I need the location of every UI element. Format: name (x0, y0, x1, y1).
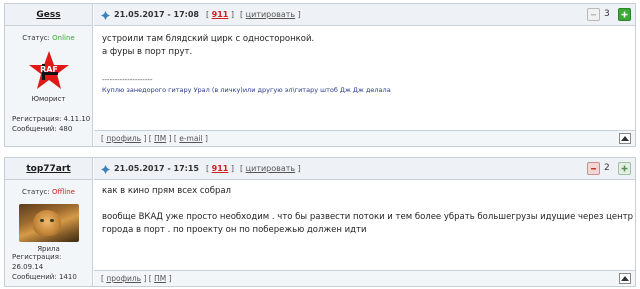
post-number-link[interactable]: 911 (212, 10, 229, 19)
arrow-up-icon (621, 136, 629, 141)
arrow-up-icon (621, 276, 629, 281)
post-rating: 2 (587, 161, 631, 177)
post-line: вообще ВКАД уже просто необходим . что б… (102, 212, 634, 222)
post-number-group: [ 911 ] (206, 10, 235, 19)
user-status: Статус: Offline (5, 188, 92, 196)
post-line: как в кино прям всех собрал (102, 186, 231, 196)
raf-star-icon: RAF (28, 51, 69, 89)
user-meta: Регистрация: 4.11.10 Сообщений: 480 (12, 114, 90, 134)
quote-group: [ цитировать ] (240, 164, 301, 173)
status-value: Online (52, 34, 75, 42)
post-line: города в порт . по проекту он по побереж… (102, 225, 367, 235)
post-link-icon[interactable] (101, 11, 110, 20)
status-label: Статус: (22, 34, 50, 42)
pm-link[interactable]: ПМ (154, 134, 166, 143)
post-datetime: 21.05.2017 - 17:08 (114, 10, 199, 19)
post-body: устроили там блядский цирк с односторонк… (102, 33, 314, 59)
post-line: а фуры в порт прут. (102, 47, 193, 57)
avatar (18, 204, 79, 242)
msgs-row: Сообщений: 1410 (12, 273, 77, 281)
quote-link[interactable]: цитировать (246, 164, 295, 173)
post-link-icon[interactable] (101, 165, 110, 174)
cat-image (32, 210, 61, 236)
user-panel: Gess Статус: Online RAF Юморист Регистра… (5, 4, 93, 146)
post-footer: [ профиль ] [ ПМ ] (94, 270, 635, 286)
avatar: RAF (28, 50, 70, 92)
user-panel-header: top77art (5, 158, 92, 180)
post-content: 21.05.2017 - 17:08 [ 911 ] [ цитировать … (94, 4, 635, 146)
quote-link[interactable]: цитировать (246, 10, 295, 19)
user-panel: top77art Статус: Offline Ярила Регистрац… (5, 158, 93, 286)
reg-row: Регистрация: 26.09.14 (12, 253, 62, 271)
signature-separator: -------------------- (102, 76, 153, 84)
thumb-up-icon (621, 165, 628, 172)
post-header: 21.05.2017 - 17:15 [ 911 ] [ цитировать … (94, 158, 635, 180)
footer-links: [ профиль ] [ ПМ ] [ e-mail ] (101, 134, 208, 143)
signature: Куплю занедорого гитару Урал (в личку)ил… (102, 86, 391, 94)
thumb-up-icon (621, 11, 628, 18)
thumb-down-icon (591, 168, 596, 170)
rate-plus-button[interactable] (618, 8, 631, 21)
username-link[interactable]: top77art (26, 164, 70, 174)
status-value: Offline (51, 188, 75, 196)
profile-link[interactable]: профиль (106, 274, 141, 283)
post-rating: 3 (587, 7, 631, 23)
forum-post: top77art Статус: Offline Ярила Регистрац… (4, 157, 636, 287)
profile-link[interactable]: профиль (106, 134, 141, 143)
scroll-top-button[interactable] (619, 273, 631, 284)
forum-post: Gess Статус: Online RAF Юморист Регистра… (4, 3, 636, 147)
post-body: как в кино прям всех собрал вообще ВКАД … (102, 185, 633, 237)
post-number-link[interactable]: 911 (212, 164, 229, 173)
post-datetime: 21.05.2017 - 17:15 (114, 164, 199, 173)
username-link[interactable]: Gess (36, 10, 60, 20)
rating-value: 3 (604, 9, 610, 19)
status-label: Статус: (22, 188, 50, 196)
reg-row: Регистрация: 4.11.10 (12, 115, 91, 123)
post-header: 21.05.2017 - 17:08 [ 911 ] [ цитировать … (94, 4, 635, 26)
post-content: 21.05.2017 - 17:15 [ 911 ] [ цитировать … (94, 158, 635, 286)
user-panel-header: Gess (5, 4, 92, 26)
rate-plus-button[interactable] (618, 162, 631, 175)
post-number-group: [ 911 ] (206, 164, 235, 173)
rating-value: 2 (604, 163, 610, 173)
msgs-row: Сообщений: 480 (12, 125, 73, 133)
post-footer: [ профиль ] [ ПМ ] [ e-mail ] (94, 130, 635, 146)
quote-group: [ цитировать ] (240, 10, 301, 19)
rate-minus-button[interactable] (587, 8, 600, 21)
email-link[interactable]: e-mail (179, 134, 202, 143)
thumb-down-icon (591, 14, 596, 16)
footer-links: [ профиль ] [ ПМ ] (101, 274, 172, 283)
rate-minus-button[interactable] (587, 162, 600, 175)
user-status: Статус: Online (5, 34, 92, 42)
user-rank: Юморист (31, 95, 66, 103)
post-line: устроили там блядский цирк с односторонк… (102, 34, 315, 44)
avatar-text: RAF (40, 65, 58, 74)
scroll-top-button[interactable] (619, 133, 631, 144)
user-meta: Регистрация: 26.09.14 Сообщений: 1410 (12, 252, 92, 282)
pm-link[interactable]: ПМ (154, 274, 166, 283)
